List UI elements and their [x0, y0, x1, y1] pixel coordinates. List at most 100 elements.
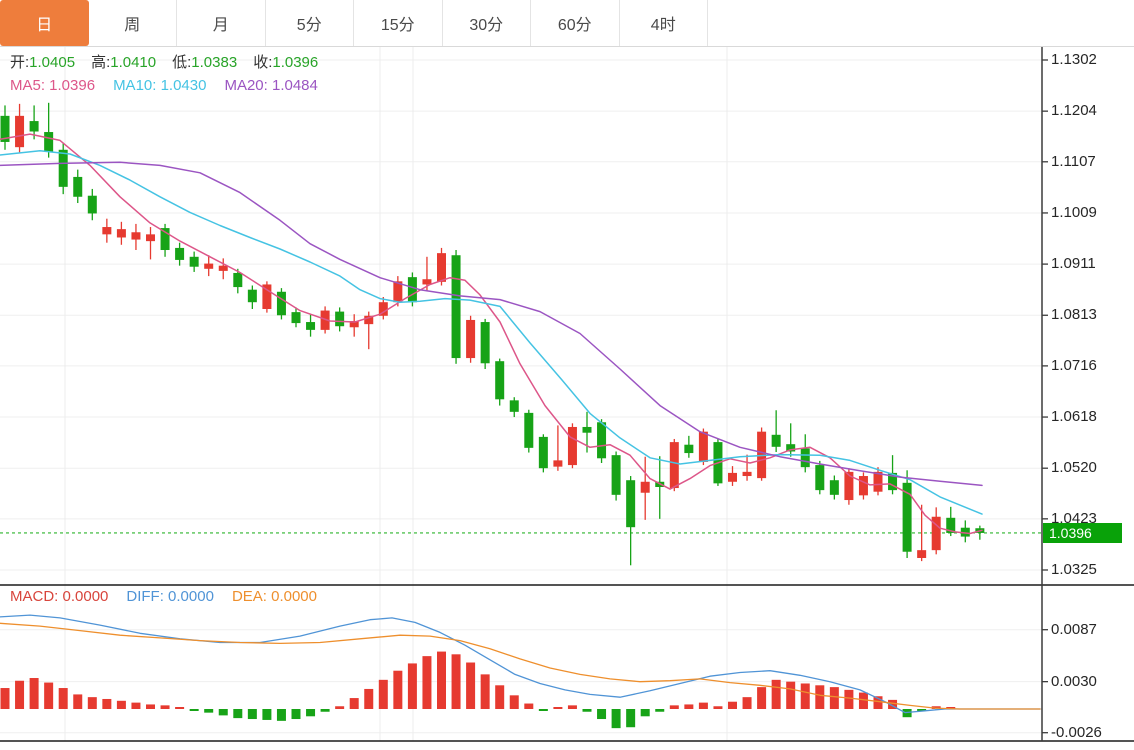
macd-bar	[379, 680, 388, 709]
candle-body	[670, 442, 679, 488]
candle-body	[277, 292, 286, 315]
candle-body	[597, 422, 606, 458]
candle-body	[219, 266, 228, 271]
tab-label: 月	[213, 11, 229, 35]
candle-body	[248, 290, 257, 303]
macd-bar	[815, 685, 824, 709]
tab-period-3[interactable]: 5分	[266, 0, 355, 46]
macd-bar	[859, 693, 868, 709]
tab-period-2[interactable]: 月	[177, 0, 266, 46]
current-price-badge: 1.0396	[1043, 523, 1122, 543]
macd-bar	[641, 709, 650, 716]
candle-body	[481, 322, 490, 363]
close-label: 收:	[253, 54, 272, 71]
macd-bar	[728, 702, 737, 709]
macd-bar	[175, 707, 184, 709]
macd-bar	[786, 682, 795, 709]
chart-canvas[interactable]	[0, 0, 1134, 750]
ma-legend-item: MA5: 1.0396	[10, 77, 95, 94]
macd-bar	[393, 671, 402, 709]
price-axis-label: 1.1302	[1051, 50, 1131, 70]
candle-body	[524, 413, 533, 448]
macd-bar	[772, 680, 781, 709]
tab-label: 60分	[558, 11, 592, 35]
candle-body	[539, 437, 548, 468]
tab-label: 4时	[651, 11, 676, 35]
candle-body	[88, 196, 97, 214]
macd-bar	[335, 706, 344, 709]
price-axis-label: 1.0520	[1051, 458, 1131, 478]
macd-bar	[510, 695, 519, 709]
macd-bar	[306, 709, 315, 716]
ma20-line	[0, 162, 982, 485]
tab-period-4[interactable]: 15分	[354, 0, 443, 46]
tab-period-1[interactable]: 周	[89, 0, 178, 46]
price-axis-label: 1.0716	[1051, 356, 1131, 376]
candle-body	[15, 116, 24, 147]
macd-legend-item: DIFF: 0.0000	[126, 588, 214, 605]
open-label: 开:	[10, 54, 29, 71]
candle-body	[815, 465, 824, 490]
tab-period-0[interactable]: 日	[0, 0, 89, 46]
macd-bar	[102, 699, 111, 709]
macd-bar	[830, 687, 839, 709]
macd-bar	[713, 706, 722, 709]
candle-body	[102, 227, 111, 234]
macd-bar	[277, 709, 286, 721]
grid-layer	[0, 47, 1042, 741]
macd-bar	[466, 663, 475, 709]
macd-bar	[670, 705, 679, 709]
macd-bar	[146, 704, 155, 709]
macd-bar	[801, 683, 810, 709]
candle-body	[772, 435, 781, 447]
macd-bar	[844, 690, 853, 709]
price-axis-label: 1.1009	[1051, 203, 1131, 223]
open-value: 1.0405	[29, 54, 75, 71]
macd-axis-label: 0.0030	[1051, 672, 1131, 692]
macd-bar	[59, 688, 68, 709]
macd-bar	[88, 697, 97, 709]
price-axis-label: 1.1204	[1051, 101, 1131, 121]
tab-label: 15分	[381, 11, 415, 35]
macd-bar	[1, 688, 10, 709]
candle-body	[30, 121, 39, 131]
macd-bar	[903, 709, 912, 717]
tab-period-6[interactable]: 60分	[531, 0, 620, 46]
candle-body	[684, 445, 693, 453]
macd-bar	[248, 709, 257, 719]
tab-period-7[interactable]: 4时	[620, 0, 709, 46]
candle-body	[917, 550, 926, 558]
macd-bar	[233, 709, 242, 718]
candle-body	[306, 322, 315, 330]
macd-bar	[626, 709, 635, 727]
macd-bar	[321, 709, 330, 712]
price-axis-label: 1.0618	[1051, 407, 1131, 427]
ma-legend-item: MA20: 1.0484	[224, 77, 317, 94]
low-label: 低:	[172, 54, 191, 71]
macd-bar	[262, 709, 271, 720]
macd-legend-item: DEA: 0.0000	[232, 588, 317, 605]
candle-body	[743, 472, 752, 476]
tab-period-5[interactable]: 30分	[443, 0, 532, 46]
candle-body	[612, 455, 621, 495]
candle-body	[437, 253, 446, 282]
macd-bar	[568, 705, 577, 709]
macd-bar	[422, 656, 431, 709]
candle-body	[801, 448, 810, 467]
macd-bar	[524, 704, 533, 709]
macd-bar	[131, 703, 140, 709]
macd-bar	[44, 683, 53, 709]
macd-bar	[161, 705, 170, 709]
candle-body	[335, 312, 344, 327]
tab-label: 30分	[469, 11, 503, 35]
candle-body	[190, 257, 199, 267]
candle-body	[146, 234, 155, 241]
candle-body	[131, 232, 140, 239]
candle-body	[204, 264, 213, 269]
high-label: 高:	[91, 54, 110, 71]
macd-bar	[219, 709, 228, 715]
tab-label: 日	[36, 11, 52, 35]
ma-legend-item: MA10: 1.0430	[113, 77, 206, 94]
macd-bar	[655, 709, 664, 712]
macd-axis-label: 0.0087	[1051, 620, 1131, 640]
